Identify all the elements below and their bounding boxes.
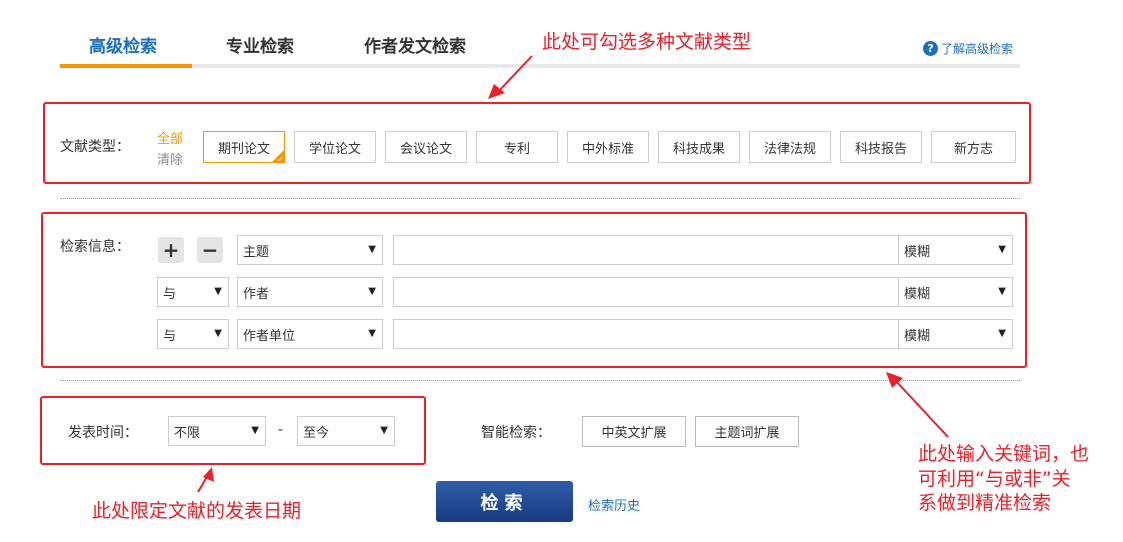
arrow-doc-types: [496, 55, 533, 94]
arrow-keywords: [894, 379, 949, 438]
annotation-arrows: [197, 55, 949, 493]
